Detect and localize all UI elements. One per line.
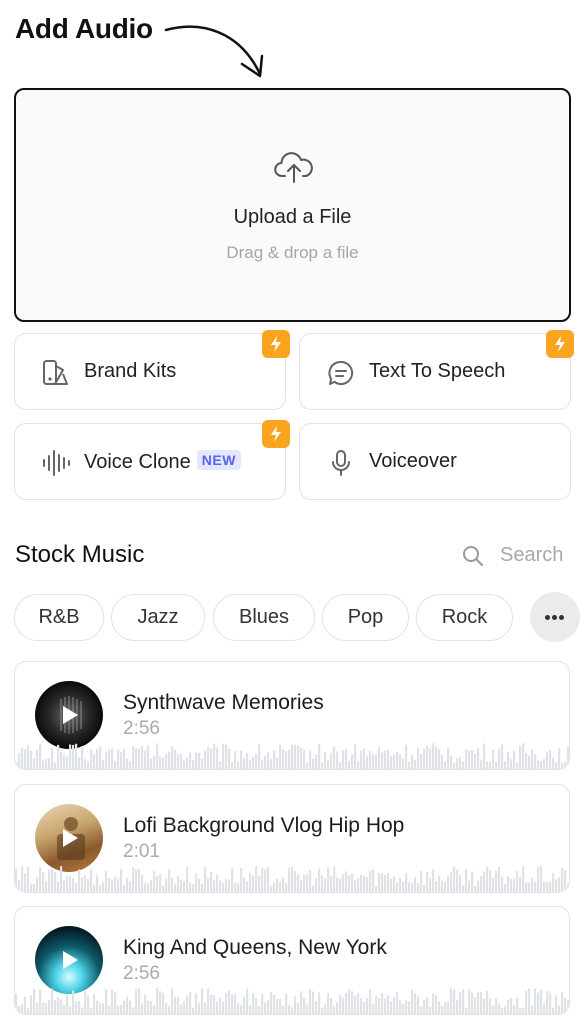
track-title: King And Queens, New York [123, 936, 387, 959]
brand-kit-icon [43, 360, 68, 385]
text-to-speech-label: Text To Speech [369, 360, 506, 382]
lightning-bolt-icon [262, 420, 290, 448]
play-icon[interactable] [60, 949, 80, 971]
track-card[interactable]: Lofi Background Vlog Hip Hop 2:01 [14, 784, 570, 893]
new-badge: NEW [196, 450, 241, 470]
search-icon [463, 546, 483, 566]
voice-clone-button[interactable]: Voice Clone NEW [14, 423, 286, 500]
voice-clone-label: Voice Clone NEW [84, 450, 241, 474]
track-card[interactable]: King And Queens, New York 2:56 [14, 906, 570, 1015]
voice-clone-text: Voice Clone [84, 451, 191, 473]
lightning-bolt-icon [546, 330, 574, 358]
genre-chip-jazz[interactable]: Jazz [111, 594, 205, 641]
microphone-icon [332, 450, 350, 476]
brand-kits-label: Brand Kits [84, 360, 177, 382]
track-title: Synthwave Memories [123, 691, 324, 714]
ellipsis-icon [545, 615, 550, 620]
genre-chip-rnb[interactable]: R&B [14, 594, 104, 641]
cloud-upload-icon [274, 152, 313, 183]
track-card[interactable]: Synthwave Memories 2:56 [14, 661, 570, 770]
track-duration: 2:56 [123, 963, 160, 984]
play-icon[interactable] [60, 704, 80, 726]
arrow-icon [164, 25, 264, 78]
upload-title: Upload a File [233, 206, 352, 228]
text-to-speech-button[interactable]: Text To Speech [299, 333, 571, 410]
waveform-graphic [15, 988, 569, 1014]
waveform-graphic [15, 743, 569, 769]
track-duration: 2:01 [123, 841, 160, 862]
stock-music-heading: Stock Music [15, 541, 145, 568]
genre-chip-rock[interactable]: Rock [416, 594, 513, 641]
genre-chip-pop[interactable]: Pop [322, 594, 409, 641]
search-input[interactable]: Search [462, 543, 572, 571]
voiceover-button[interactable]: Voiceover [299, 423, 571, 500]
search-placeholder: Search [500, 544, 564, 566]
track-title: Lofi Background Vlog Hip Hop [123, 814, 405, 837]
genre-chip-blues[interactable]: Blues [213, 594, 315, 641]
lightning-bolt-icon [262, 330, 290, 358]
brand-kits-button[interactable]: Brand Kits [14, 333, 286, 410]
play-icon[interactable] [60, 827, 80, 849]
speech-bubble-icon [328, 360, 354, 385]
waveform-icon [43, 450, 70, 476]
upload-subtitle: Drag & drop a file [226, 243, 359, 262]
waveform-graphic [15, 866, 569, 892]
track-duration: 2:56 [123, 718, 160, 739]
voiceover-label: Voiceover [369, 450, 457, 472]
more-genres-button[interactable] [530, 592, 580, 642]
page-title: Add Audio [15, 13, 153, 44]
upload-dropzone[interactable]: Upload a File Drag & drop a file [14, 88, 571, 322]
